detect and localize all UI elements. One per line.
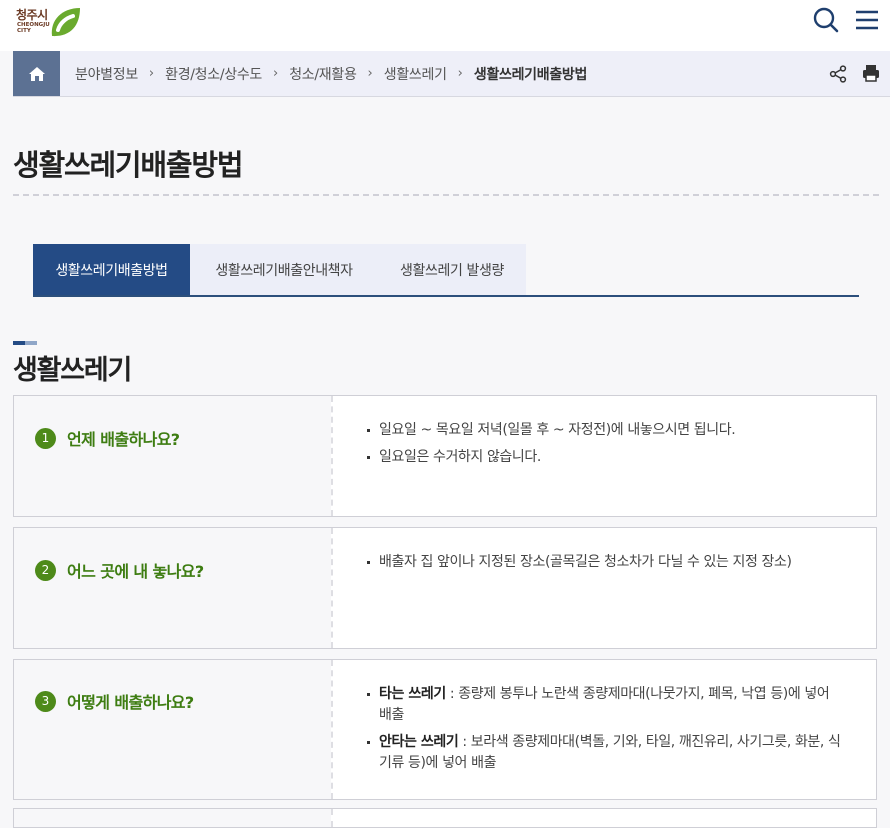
- logo-text: 청주시: [16, 8, 48, 22]
- chevron-right-icon: ›: [457, 66, 463, 81]
- chevron-right-icon: ›: [367, 66, 373, 81]
- divider: [331, 528, 333, 648]
- divider: [331, 396, 333, 516]
- number-badge: 1: [35, 427, 56, 449]
- answer-list: 배출자 집 앞이나 지정된 장소(골목길은 청소차가 다닐 수 있는 지정 장소…: [367, 552, 845, 579]
- divider: [331, 660, 333, 799]
- menu-button[interactable]: [853, 6, 881, 34]
- home-button[interactable]: [13, 51, 60, 96]
- qa-card: 2 어느 곳에 내 놓나요? 배출자 집 앞이나 지정된 장소(골목길은 청소차…: [13, 527, 877, 649]
- tab-waste-generation[interactable]: 생활쓰레기 발생량: [378, 244, 526, 295]
- print-icon: [863, 65, 879, 82]
- question-panel: [14, 809, 331, 827]
- question-panel: [14, 660, 331, 799]
- divider: [331, 809, 333, 827]
- question: 2 어느 곳에 내 놓나요?: [35, 558, 204, 582]
- divider: [13, 194, 879, 196]
- section-title: 생활쓰레기: [13, 355, 132, 386]
- section-accent-bar: [13, 341, 37, 345]
- breadcrumb-item[interactable]: 생활쓰레기: [384, 64, 447, 84]
- question-panel: [14, 396, 331, 516]
- breadcrumb: 분야별정보 › 환경/청소/상수도 › 청소/재활용 › 생활쓰레기 › 생활쓰…: [75, 51, 587, 96]
- question-text: 어떻게 배출하나요?: [67, 693, 194, 712]
- print-button[interactable]: [862, 64, 880, 82]
- list-item: 일요일은 수거하지 않습니다.: [367, 447, 845, 468]
- breadcrumb-item[interactable]: 분야별정보: [75, 64, 138, 84]
- question-text: 어느 곳에 내 놓나요?: [67, 562, 204, 581]
- question-panel: [14, 528, 331, 648]
- answer-list: 타는 쓰레기 : 종량제 봉투나 노란색 종량제마대(나뭇가지, 폐목, 낙엽 …: [367, 684, 845, 780]
- tab-bar: 생활쓰레기배출방법 생활쓰레기배출안내책자 생활쓰레기 발생량: [33, 244, 859, 297]
- qa-card: 3 어떻게 배출하나요? 타는 쓰레기 : 종량제 봉투나 노란색 종량제마대(…: [13, 659, 877, 800]
- number-badge: 3: [35, 690, 56, 712]
- chevron-right-icon: ›: [273, 66, 279, 81]
- number-badge: 2: [35, 559, 56, 581]
- question: 1 언제 배출하나요?: [35, 426, 180, 450]
- list-item: 배출자 집 앞이나 지정된 장소(골목길은 청소차가 다닐 수 있는 지정 장소…: [367, 552, 845, 573]
- list-item: 안타는 쓰레기 : 보라색 종량제마대(벽돌, 기와, 타일, 깨진유리, 사기…: [367, 732, 845, 774]
- breadcrumb-bar: 분야별정보 › 환경/청소/상수도 › 청소/재활용 › 생활쓰레기 › 생활쓰…: [13, 51, 890, 97]
- search-button[interactable]: [812, 6, 840, 34]
- list-item: 타는 쓰레기 : 종량제 봉투나 노란색 종량제마대(나뭇가지, 폐목, 낙엽 …: [367, 684, 845, 726]
- chevron-right-icon: ›: [148, 66, 155, 81]
- breadcrumb-item[interactable]: 환경/청소/상수도: [165, 64, 262, 84]
- search-icon: [813, 7, 839, 33]
- hamburger-menu-icon: [856, 10, 878, 30]
- question-text: 언제 배출하나요?: [67, 430, 180, 449]
- breadcrumb-current[interactable]: 생활쓰레기배출방법: [474, 64, 588, 84]
- logo-subtext: CHEONGJU CITY: [17, 22, 50, 34]
- share-button[interactable]: [829, 65, 847, 83]
- qa-card: 1 언제 배출하나요? 일요일 ~ 목요일 저녁(일몰 후 ~ 자정전)에 내놓…: [13, 395, 877, 517]
- list-item: 일요일 ~ 목요일 저녁(일몰 후 ~ 자정전)에 내놓으시면 됩니다.: [367, 420, 845, 441]
- home-icon: [28, 66, 45, 81]
- leaf-icon: [51, 8, 80, 37]
- answer-list: 일요일 ~ 목요일 저녁(일몰 후 ~ 자정전)에 내놓으시면 됩니다. 일요일…: [367, 420, 845, 474]
- cheongju-city-logo[interactable]: 청주시 CHEONGJU CITY: [16, 6, 82, 40]
- question: 3 어떻게 배출하나요?: [35, 689, 194, 713]
- tab-disposal-guidebook[interactable]: 생활쓰레기배출안내책자: [190, 244, 378, 295]
- tab-disposal-method[interactable]: 생활쓰레기배출방법: [33, 244, 190, 295]
- page-title: 생활쓰레기배출방법: [13, 148, 244, 182]
- top-header: 청주시 CHEONGJU CITY: [0, 0, 890, 51]
- qa-card: [13, 808, 877, 828]
- breadcrumb-item[interactable]: 청소/재활용: [289, 64, 357, 84]
- share-icon: [829, 65, 847, 83]
